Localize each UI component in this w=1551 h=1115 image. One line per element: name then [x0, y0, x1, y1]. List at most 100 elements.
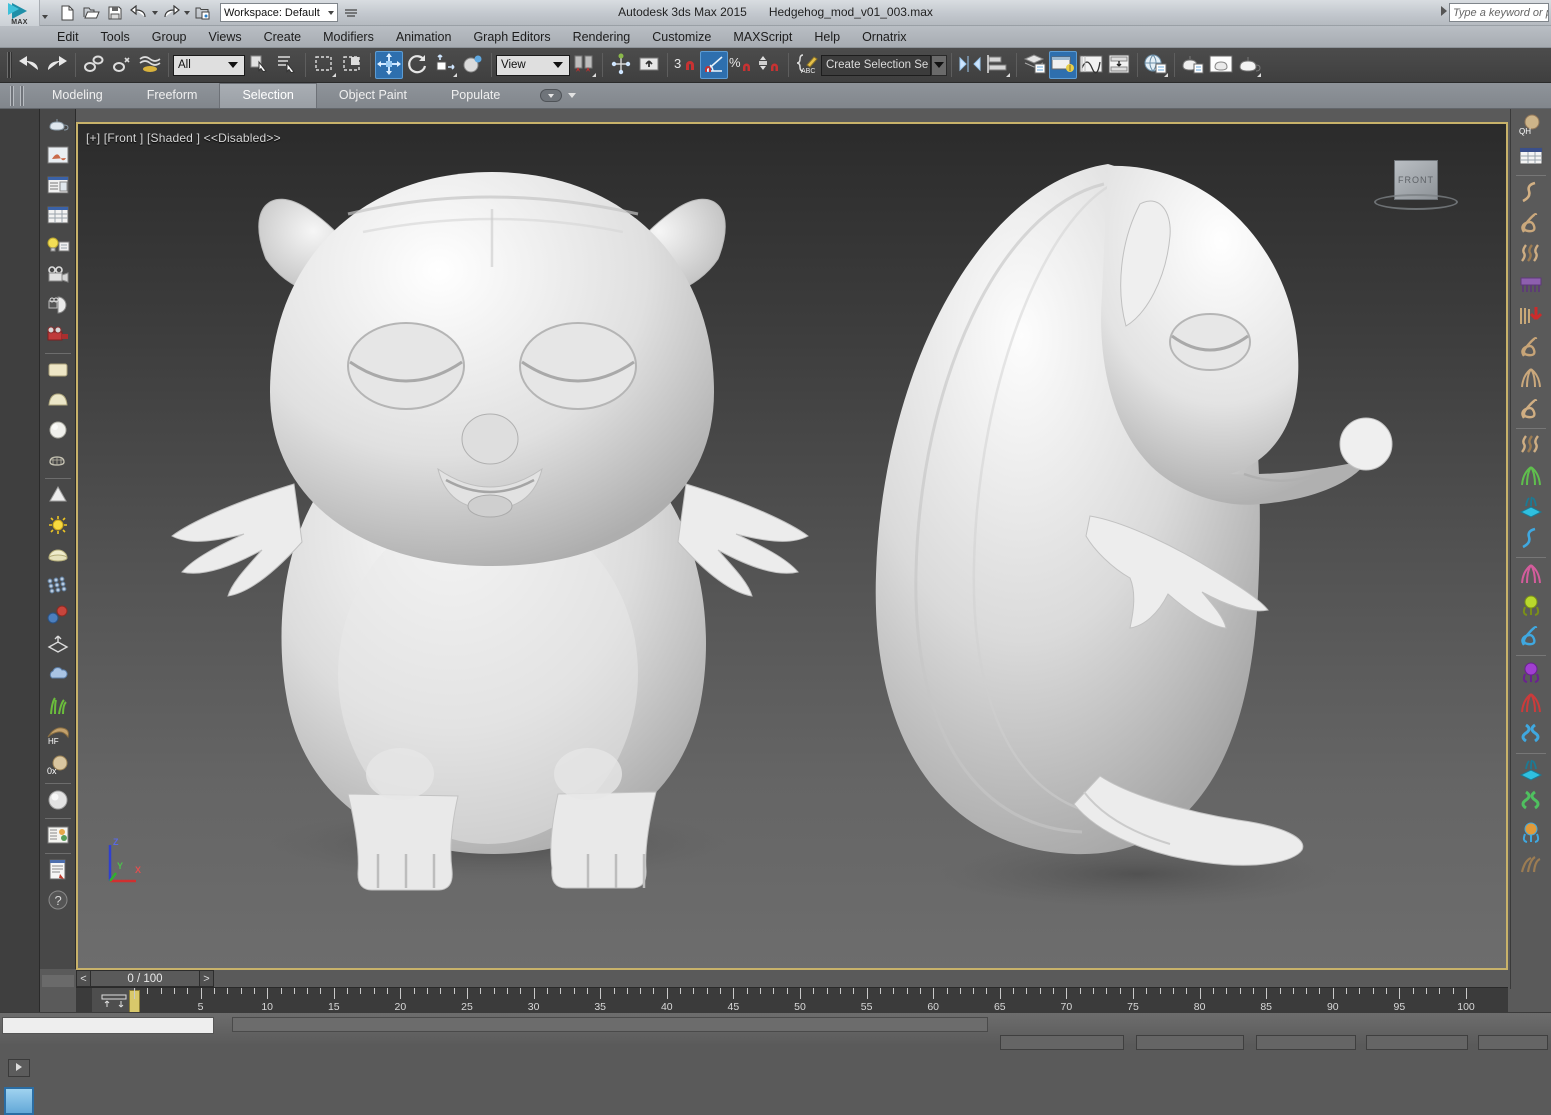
rendered-frame-window-button[interactable]	[1207, 51, 1235, 79]
menu-item-rendering[interactable]: Rendering	[562, 27, 642, 47]
align-to-view-button[interactable]	[635, 51, 663, 79]
projector-tool[interactable]	[42, 321, 74, 351]
noise-modifier-tool[interactable]	[1514, 560, 1548, 591]
toolbar-grip[interactable]	[7, 52, 12, 78]
deform-tool[interactable]	[42, 631, 74, 661]
ground-strands-tool[interactable]	[1514, 658, 1548, 689]
frame-readout[interactable]: 0 / 100	[91, 970, 199, 987]
redo-dropdown-chevron-down-icon[interactable]	[184, 11, 190, 15]
ribbon-display-mode-button[interactable]	[540, 89, 562, 102]
create-selection-set-input[interactable]: Create Selection Se	[821, 55, 931, 76]
select-and-place-button[interactable]	[459, 51, 487, 79]
workspace-menu-button[interactable]	[340, 2, 362, 24]
menu-item-tools[interactable]: Tools	[90, 27, 141, 47]
editor-guides-tool[interactable]	[1514, 818, 1548, 849]
save-file-button[interactable]	[104, 2, 126, 24]
workspace-chevron-down-icon[interactable]	[328, 11, 334, 15]
light-panel-tool[interactable]	[42, 231, 74, 261]
frizz-modifier-tool[interactable]	[1514, 333, 1548, 364]
menu-item-ornatrix[interactable]: Ornatrix	[851, 27, 917, 47]
reference-coordinate-combo[interactable]: View	[496, 55, 570, 76]
plane-primitive-tool[interactable]	[42, 356, 74, 386]
report-tool[interactable]	[42, 856, 74, 886]
use-selection-center-button[interactable]	[607, 51, 635, 79]
align-button[interactable]	[984, 51, 1012, 79]
teapot-tool[interactable]	[42, 111, 74, 141]
render-production-button[interactable]	[1235, 51, 1263, 79]
strand-animation-tool[interactable]	[1514, 622, 1548, 653]
ornatrix-editor-tool[interactable]	[1514, 142, 1548, 173]
selection-set-chevron-down-icon[interactable]	[931, 55, 947, 76]
frame-readout-group[interactable]: < 0 / 100 >	[76, 970, 214, 987]
scene-explorer-button[interactable]	[1049, 51, 1077, 79]
multiplier-tool[interactable]	[1514, 431, 1548, 462]
help-tool[interactable]: ?	[42, 886, 74, 916]
track-bar[interactable]: 5101520253035404550556065707580859095100	[76, 987, 1508, 1013]
comb-modifier-tool[interactable]	[1514, 271, 1548, 302]
select-object-button[interactable]	[245, 51, 273, 79]
ribbon-overflow-chevron-down-icon[interactable]	[568, 93, 576, 98]
select-and-link-button[interactable]	[80, 51, 108, 79]
sphere-primitive-tool[interactable]	[42, 416, 74, 446]
named-selection-sets-button[interactable]: ABC	[793, 51, 821, 79]
app-logo-button[interactable]: MAX	[0, 0, 40, 26]
menu-item-customize[interactable]: Customize	[641, 27, 722, 47]
use-pivot-center-button[interactable]	[570, 51, 598, 79]
viewport-label[interactable]: [+] [Front ] [Shaded ] <<Disabled>>	[86, 131, 281, 145]
library-tool[interactable]	[42, 821, 74, 851]
render-sphere-tool[interactable]	[42, 291, 74, 321]
workspace-selector[interactable]: Workspace: Default	[220, 3, 338, 22]
viewport-horizontal-scrollbar[interactable]	[42, 975, 74, 987]
undo-button[interactable]	[128, 2, 150, 24]
root-frizz-tool[interactable]	[1514, 689, 1548, 720]
unlink-selection-button[interactable]	[108, 51, 136, 79]
menu-item-group[interactable]: Group	[141, 27, 198, 47]
viewcube[interactable]: FRONT	[1366, 154, 1466, 214]
prev-frame-button[interactable]: <	[76, 970, 91, 987]
blob-primitive-tool[interactable]	[42, 386, 74, 416]
ribbon-tab-populate[interactable]: Populate	[429, 84, 522, 108]
status-button-1[interactable]	[1000, 1035, 1124, 1050]
clump-modifier-tool[interactable]	[1514, 364, 1548, 395]
mesh-from-strands-tool[interactable]	[1514, 591, 1548, 622]
selection-filter-combo[interactable]: All	[173, 55, 245, 76]
ornatrix-quickhair-tool[interactable]: QH	[1514, 111, 1548, 142]
guides-from-mesh-tool[interactable]	[1514, 209, 1548, 240]
material-editor-button[interactable]	[1142, 51, 1170, 79]
bind-to-space-warp-button[interactable]	[136, 51, 164, 79]
redo-button[interactable]	[160, 2, 182, 24]
search-input[interactable]: Type a keyword or ph	[1449, 3, 1549, 22]
open-file-button[interactable]	[80, 2, 102, 24]
status-button-5[interactable]	[1478, 1035, 1548, 1050]
skylight-tool[interactable]	[42, 541, 74, 571]
render-preview-tool[interactable]	[42, 141, 74, 171]
render-fur-tool[interactable]	[1514, 849, 1548, 880]
curve-editor-button[interactable]	[1077, 51, 1105, 79]
rectangular-selection-region-button[interactable]	[310, 51, 338, 79]
menu-item-modifiers[interactable]: Modifiers	[312, 27, 385, 47]
menu-item-maxscript[interactable]: MAXScript	[722, 27, 803, 47]
expand-panel-button[interactable]	[8, 1059, 30, 1077]
viewport-frame[interactable]: [+] [Front ] [Shaded ] <<Disabled>>	[76, 122, 1508, 970]
percent-snap-toggle-button[interactable]: %	[728, 51, 756, 79]
braid-tool[interactable]	[1514, 787, 1548, 818]
search-expand-arrow-icon[interactable]	[1441, 6, 1447, 16]
mirror-button[interactable]	[956, 51, 984, 79]
cone-primitive-tool[interactable]	[42, 481, 74, 511]
selection-lock-toggle-button[interactable]	[4, 1087, 34, 1115]
ribbon-tab-freeform[interactable]: Freeform	[125, 84, 220, 108]
zero-map-tool[interactable]: 0x	[42, 751, 74, 781]
ribbon-tab-object-paint[interactable]: Object Paint	[317, 84, 429, 108]
status-button-3[interactable]	[1256, 1035, 1356, 1050]
status-message-field[interactable]	[2, 1017, 214, 1034]
layer-explorer-button[interactable]	[1021, 51, 1049, 79]
select-and-move-button[interactable]	[375, 51, 403, 79]
sphere-ball-tool[interactable]	[42, 786, 74, 816]
next-frame-button[interactable]: >	[199, 970, 214, 987]
app-menu-chevron-down-icon[interactable]	[42, 15, 48, 19]
menu-item-views[interactable]: Views	[197, 27, 252, 47]
angle-snap-toggle-button[interactable]	[700, 51, 728, 79]
snaps-toggle-button[interactable]: 3	[672, 51, 700, 79]
sun-light-tool[interactable]	[42, 511, 74, 541]
project-folder-button[interactable]	[192, 2, 214, 24]
